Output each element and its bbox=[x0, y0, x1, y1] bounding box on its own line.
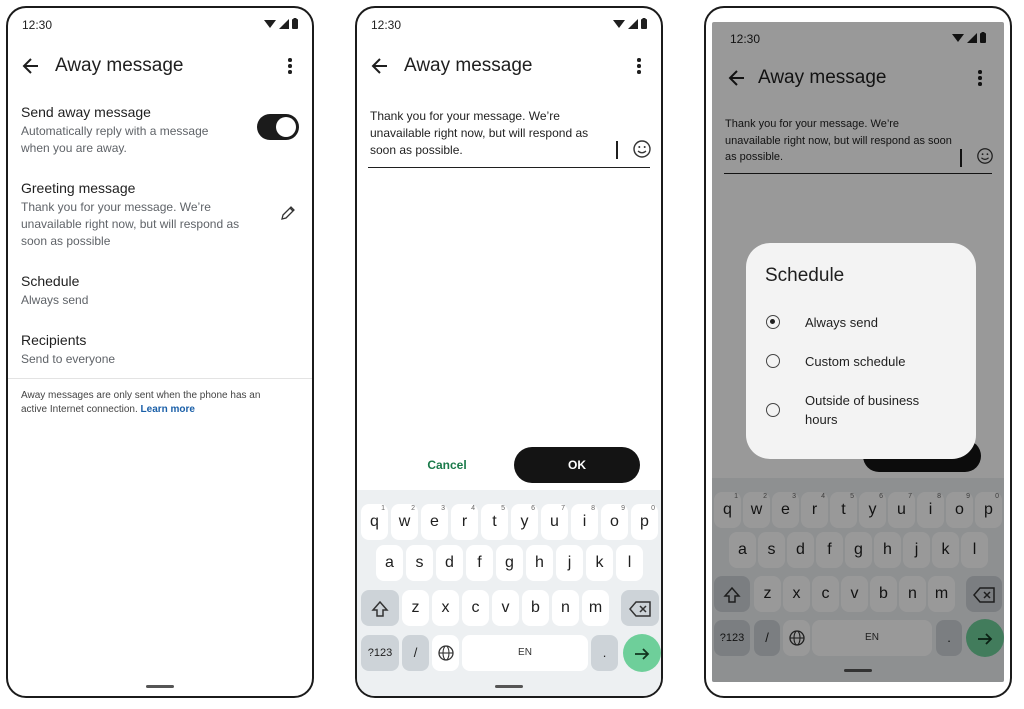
key-q[interactable]: 1q bbox=[361, 504, 388, 540]
key-f[interactable]: f bbox=[466, 545, 493, 581]
key-i[interactable]: 8i bbox=[571, 504, 598, 540]
key-v[interactable]: v bbox=[492, 590, 519, 626]
key-h[interactable]: h bbox=[526, 545, 553, 581]
setting-send-away-message[interactable]: Send away message Automatically reply wi… bbox=[21, 104, 232, 157]
page-title: Away message bbox=[404, 55, 533, 76]
key-a[interactable]: a bbox=[376, 545, 403, 581]
cancel-button[interactable]: Cancel bbox=[407, 458, 487, 474]
key-b[interactable]: b bbox=[522, 590, 549, 626]
arrow-right-icon[interactable] bbox=[623, 634, 661, 672]
text-cursor bbox=[616, 141, 618, 159]
status-icons bbox=[264, 18, 298, 29]
key-e[interactable]: 3e bbox=[421, 504, 448, 540]
signal-icon bbox=[628, 18, 638, 29]
back-arrow-icon[interactable] bbox=[371, 52, 389, 88]
emoji-icon[interactable] bbox=[632, 139, 652, 164]
key-u[interactable]: 7u bbox=[541, 504, 568, 540]
key-p[interactable]: 0p bbox=[631, 504, 658, 540]
gesture-nav-bar[interactable] bbox=[844, 669, 872, 672]
radio-unselected[interactable] bbox=[766, 403, 780, 417]
toggle-knob bbox=[276, 117, 296, 137]
battery-icon bbox=[292, 18, 298, 29]
setting-label: Greeting message bbox=[21, 180, 136, 196]
setting-value: Send to everyone bbox=[21, 352, 116, 366]
key-d[interactable]: d bbox=[436, 545, 463, 581]
key-c[interactable]: c bbox=[462, 590, 489, 626]
setting-recipients[interactable]: Recipients Send to everyone bbox=[21, 332, 299, 368]
page-title: Away message bbox=[55, 55, 184, 76]
phone-edit-message-screen: 12:30 Away message Thank you for your me… bbox=[355, 6, 663, 698]
key-w[interactable]: 2w bbox=[391, 504, 418, 540]
radio-selected[interactable] bbox=[766, 315, 780, 329]
slash-key[interactable]: / bbox=[402, 635, 429, 671]
onscreen-keyboard: 1q 2w 3e 4r 5t 6y 7u 8i 9o 0p a s d f g … bbox=[357, 490, 661, 696]
key-x[interactable]: x bbox=[432, 590, 459, 626]
setting-label: Recipients bbox=[21, 332, 87, 348]
away-message-toggle[interactable] bbox=[257, 114, 299, 140]
more-vert-icon[interactable] bbox=[280, 52, 300, 80]
key-k[interactable]: k bbox=[586, 545, 613, 581]
period-key[interactable]: . bbox=[591, 635, 618, 671]
key-y[interactable]: 6y bbox=[511, 504, 538, 540]
app-bar: Away message bbox=[357, 52, 661, 80]
option-label: Outside of business hours bbox=[805, 393, 920, 427]
status-time: 12:30 bbox=[22, 18, 53, 32]
setting-label: Schedule bbox=[21, 273, 80, 289]
phone-settings-screen: 12:30 Away message Send away message Aut… bbox=[6, 6, 314, 698]
backspace-icon[interactable] bbox=[621, 590, 659, 626]
connection-note: Away messages are only sent when the pho… bbox=[21, 389, 282, 417]
setting-greeting-message[interactable]: Greeting message Thank you for your mess… bbox=[21, 180, 252, 250]
setting-label: Send away message bbox=[21, 104, 151, 120]
key-l[interactable]: l bbox=[616, 545, 643, 581]
status-bar: 12:30 bbox=[22, 18, 298, 34]
back-arrow-icon[interactable] bbox=[22, 52, 40, 88]
pencil-icon[interactable] bbox=[280, 205, 296, 226]
status-icons bbox=[613, 18, 647, 29]
learn-more-link[interactable]: Learn more bbox=[141, 404, 195, 415]
globe-icon[interactable] bbox=[432, 635, 459, 671]
key-j[interactable]: j bbox=[556, 545, 583, 581]
key-s[interactable]: s bbox=[406, 545, 433, 581]
wifi-icon bbox=[264, 19, 276, 28]
radio-unselected[interactable] bbox=[766, 354, 780, 368]
option-label: Always send bbox=[805, 315, 878, 330]
key-t[interactable]: 5t bbox=[481, 504, 508, 540]
key-z[interactable]: z bbox=[402, 590, 429, 626]
phone-schedule-dialog-screen: 12:30 Away message Thank you for your me… bbox=[704, 6, 1012, 698]
key-g[interactable]: g bbox=[496, 545, 523, 581]
setting-value: Thank you for your message. We’re unavai… bbox=[21, 200, 240, 248]
battery-icon bbox=[641, 18, 647, 29]
setting-value: Always send bbox=[21, 293, 89, 307]
schedule-dialog: Schedule Always send Custom schedule Out… bbox=[746, 243, 976, 459]
message-text: Thank you for your message. We’re unavai… bbox=[370, 109, 589, 157]
wifi-icon bbox=[613, 19, 625, 28]
setting-description: Automatically reply with a message when … bbox=[21, 124, 209, 155]
space-key[interactable]: EN bbox=[462, 635, 588, 671]
setting-schedule[interactable]: Schedule Always send bbox=[21, 273, 299, 309]
dialog-title: Schedule bbox=[765, 265, 845, 286]
input-underline bbox=[368, 167, 650, 168]
shift-icon[interactable] bbox=[361, 590, 399, 626]
symbols-key[interactable]: ?123 bbox=[361, 635, 399, 671]
status-bar: 12:30 bbox=[371, 18, 647, 34]
signal-icon bbox=[279, 18, 289, 29]
option-label: Custom schedule bbox=[805, 354, 906, 369]
divider bbox=[8, 378, 312, 379]
ok-button[interactable]: OK bbox=[514, 447, 640, 483]
status-time: 12:30 bbox=[371, 18, 402, 32]
key-r[interactable]: 4r bbox=[451, 504, 478, 540]
more-vert-icon[interactable] bbox=[629, 52, 649, 80]
key-m[interactable]: m bbox=[582, 590, 609, 626]
key-o[interactable]: 9o bbox=[601, 504, 628, 540]
gesture-nav-bar[interactable] bbox=[146, 685, 174, 688]
key-n[interactable]: n bbox=[552, 590, 579, 626]
app-bar: Away message bbox=[8, 52, 312, 80]
gesture-nav-bar[interactable] bbox=[495, 685, 523, 688]
